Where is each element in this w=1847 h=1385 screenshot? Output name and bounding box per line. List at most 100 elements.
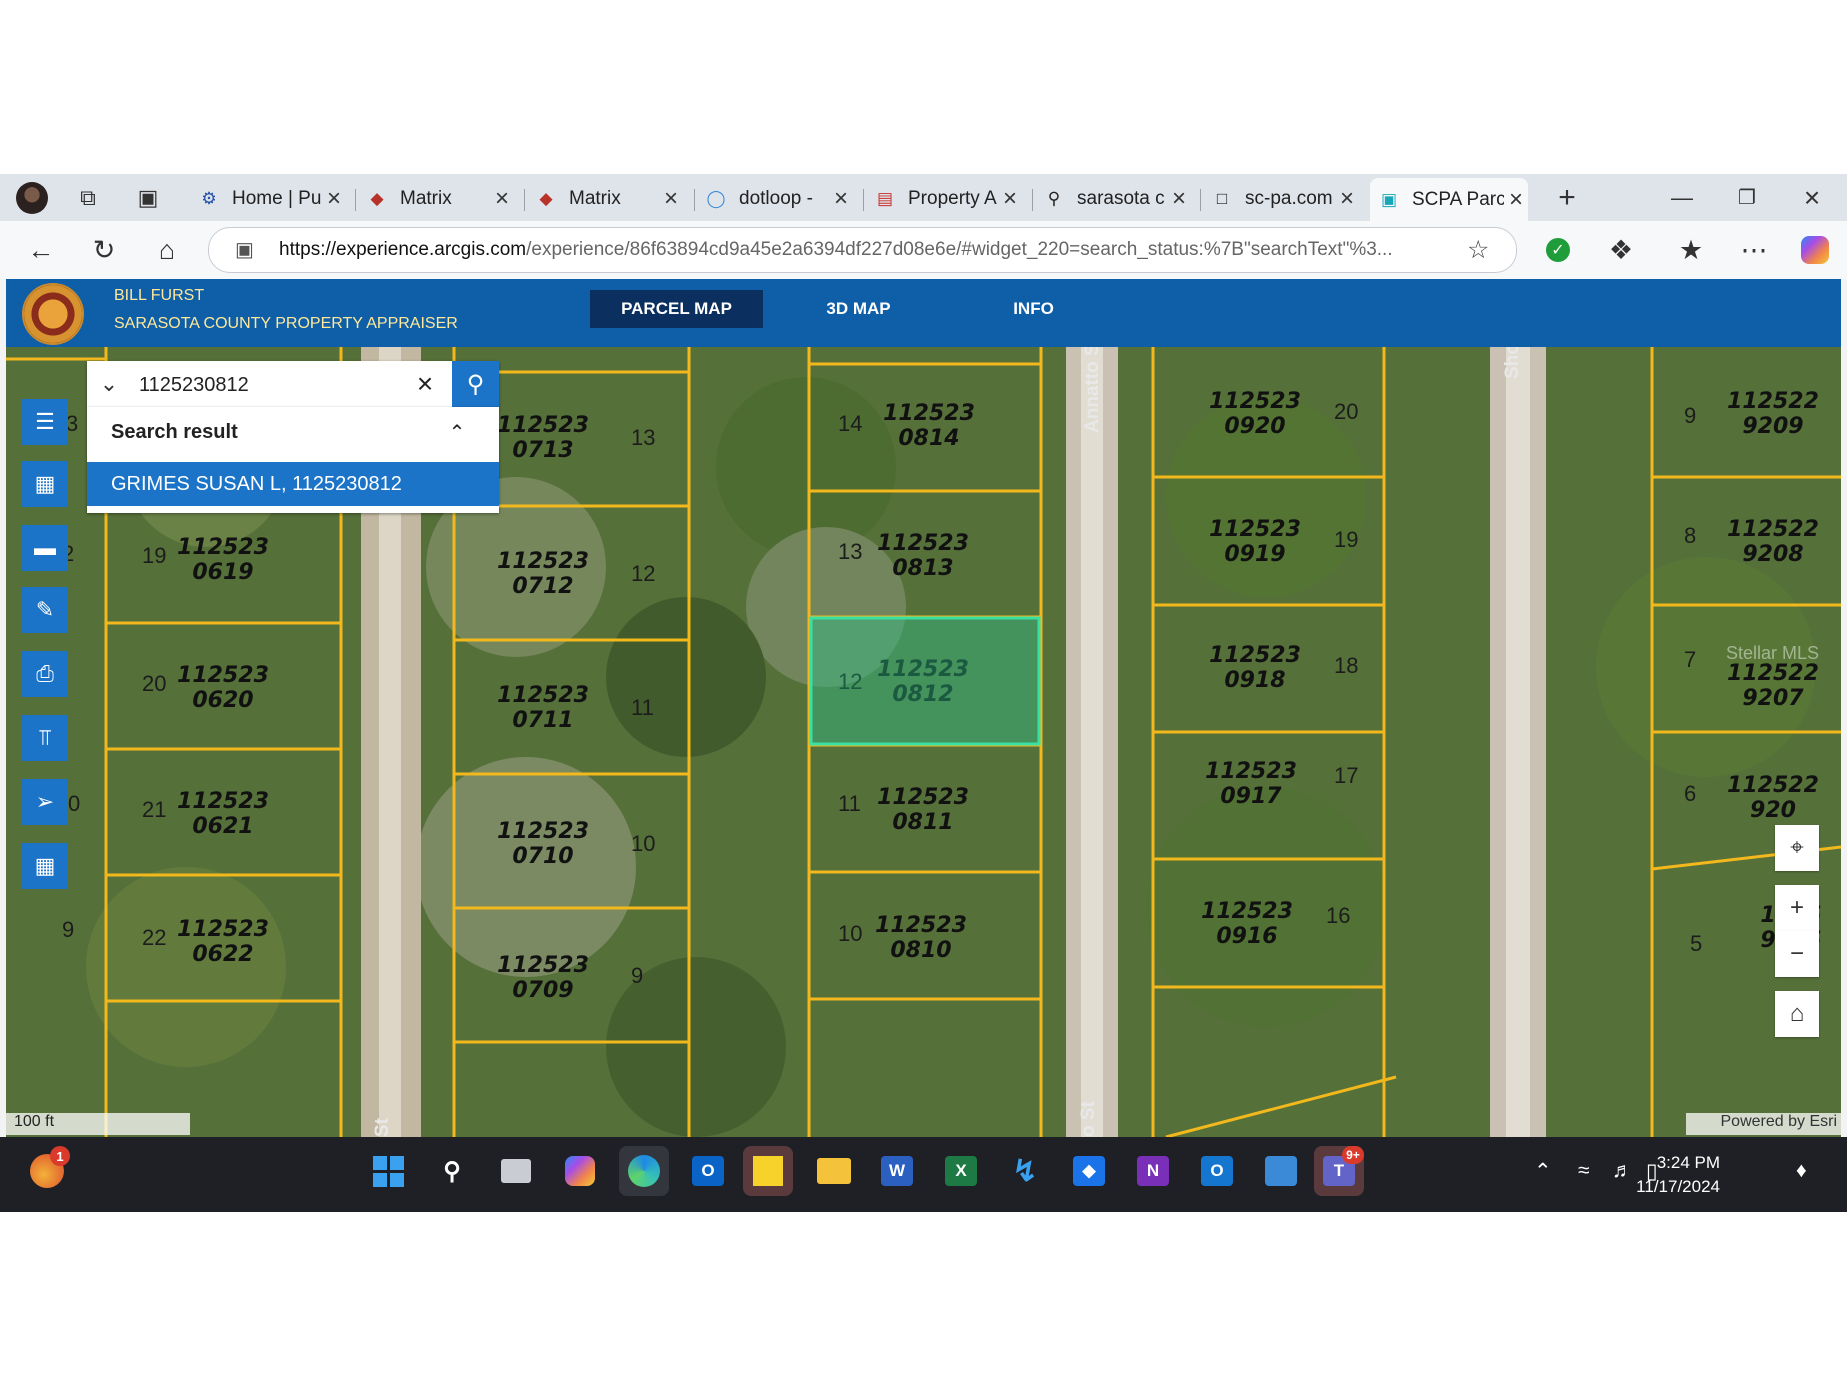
parcel-label-920[interactable]: 112522 920 [1718,773,1828,823]
close-icon[interactable]: × [1335,185,1359,213]
close-icon[interactable]: × [829,185,853,213]
close-icon[interactable]: × [998,185,1022,213]
copilot-icon[interactable] [555,1146,605,1196]
url-field[interactable]: ▣ https://experience.arcgis.com/experien… [208,227,1517,273]
nav-3d-map[interactable]: 3D MAP [781,290,936,328]
tab-sarasota-search[interactable]: ⚲ sarasota c × [1043,180,1191,218]
excel-icon[interactable]: X [936,1146,986,1196]
more-menu-icon[interactable]: ⋯ [1735,231,1773,269]
power-automate-icon[interactable]: ↯ [1000,1146,1050,1196]
home-extent-button[interactable]: ⌂ [1775,991,1819,1037]
measure-button[interactable]: ▬ [22,525,68,571]
parcel-label-9207[interactable]: 112522 9207 [1718,661,1828,711]
file-explorer-icon[interactable] [809,1146,859,1196]
print-button[interactable]: ⎙ [22,651,68,697]
parcel-label-0920[interactable]: 112523 0920 [1200,389,1310,439]
back-button[interactable]: ← [22,231,60,269]
parcel-label-0712[interactable]: 112523 0712 [488,549,598,599]
parcel-label-0621[interactable]: 112523 0621 [168,789,278,839]
clock-time[interactable]: 3:24 PM [1600,1153,1720,1173]
task-view-icon[interactable] [491,1146,541,1196]
zoom-in-button[interactable]: + [1775,885,1819,931]
parcel-label-0811[interactable]: 112523 0811 [868,785,978,835]
onenote-icon[interactable]: N [1128,1146,1178,1196]
parcel-label-0713[interactable]: 112523 0713 [488,413,598,463]
layers-button[interactable]: ☰ [22,399,68,445]
show-hidden-icons[interactable]: ⌃ [1534,1159,1552,1184]
tab-property[interactable]: ▤ Property A × [874,180,1022,218]
parcel-label-0813[interactable]: 112523 0813 [868,531,978,581]
zoom-out-button[interactable]: − [1775,931,1819,977]
copilot-icon[interactable] [1796,231,1834,269]
search-icon[interactable]: ⚲ [427,1146,477,1196]
parcel-label-0711[interactable]: 112523 0711 [488,683,598,733]
parcel-label-0620[interactable]: 112523 0620 [168,663,278,713]
tab-sc-pa[interactable]: □ sc-pa.com × [1211,180,1359,218]
close-icon[interactable]: × [322,185,346,213]
close-icon[interactable]: × [1504,186,1528,214]
tab-dotloop[interactable]: ◯ dotloop - × [705,180,853,218]
parcel-label-0622[interactable]: 112523 0622 [168,917,278,967]
search-result-item[interactable]: GRIMES SUSAN L, 1125230812 [87,462,499,506]
nav-parcel-map[interactable]: PARCEL MAP [590,290,763,328]
close-icon[interactable]: × [659,185,683,213]
parcel-label-9209[interactable]: 112522 9209 [1718,389,1828,439]
workspaces-icon[interactable]: ⧉ [66,174,110,221]
favorites-icon[interactable]: ★ [1672,231,1710,269]
select-button[interactable]: ➢ [22,779,68,825]
word-icon[interactable]: W [872,1146,922,1196]
tab-scpa-parcel[interactable]: ▣ SCPA Parc × [1370,178,1528,221]
basemap-gallery-button[interactable]: ▦ [22,461,68,507]
search-input[interactable] [137,367,401,403]
start-button[interactable] [363,1146,413,1196]
parcel-label-0919[interactable]: 112523 0919 [1200,517,1310,567]
parcel-label-0619[interactable]: 112523 0619 [168,535,278,585]
extensions-icon[interactable]: ❖ [1602,231,1640,269]
parcel-label-0709[interactable]: 112523 0709 [488,953,598,1003]
search-button[interactable]: ⚲ [452,361,499,407]
chevron-down-icon[interactable]: ⌄ [87,361,131,407]
nav-info[interactable]: INFO [956,290,1111,328]
outlook-new-icon[interactable]: O [1192,1146,1242,1196]
notification-bell-icon[interactable]: ♦ [1796,1159,1807,1183]
new-tab-button[interactable]: + [1545,174,1589,221]
restore-button[interactable]: ❐ [1725,174,1769,221]
esri-attribution[interactable]: Powered by Esri [1686,1113,1841,1135]
close-icon[interactable]: × [1167,185,1191,213]
extension-check-icon[interactable]: ✓ [1539,231,1577,269]
parcel-label-0917[interactable]: 112523 0917 [1196,759,1306,809]
tab-matrix-1[interactable]: ◆ Matrix × [366,180,514,218]
wifi-icon[interactable]: ≈ [1578,1159,1590,1183]
lock-icon[interactable]: ▣ [235,237,254,262]
refresh-button[interactable]: ↻ [85,231,123,269]
locate-button[interactable]: ⌖ [1775,825,1819,871]
home-button[interactable]: ⌂ [148,231,186,269]
dropbox-icon[interactable]: ◆ [1064,1146,1114,1196]
widgets-icon[interactable]: 1 [22,1146,72,1196]
edge-icon[interactable] [619,1146,669,1196]
parcel-label-0916[interactable]: 112523 0916 [1192,899,1302,949]
outlook-icon[interactable]: O [683,1146,733,1196]
tab-matrix-2[interactable]: ◆ Matrix × [535,180,683,218]
chevron-up-icon[interactable]: ⌃ [439,415,475,449]
close-window-button[interactable]: × [1790,174,1834,221]
parcel-label-0710[interactable]: 112523 0710 [488,819,598,869]
news-app-icon[interactable] [1256,1146,1306,1196]
favorite-star-icon[interactable]: ☆ [1467,235,1489,265]
profile-avatar[interactable] [10,174,54,221]
close-icon[interactable]: × [490,185,514,213]
clear-search-icon[interactable]: × [405,361,445,407]
parcel-label-0814[interactable]: 112523 0814 [874,401,984,451]
coordinates-button[interactable]: ⫪ [22,715,68,761]
parcel-map[interactable]: 112523 0713 13 112523 0712 12 112523 071… [6,347,1841,1137]
parcel-label-9208[interactable]: 112522 9208 [1718,517,1828,567]
teams-icon[interactable]: T 9+ [1314,1146,1364,1196]
clock-date[interactable]: 11/17/2024 [1600,1177,1720,1197]
parcel-label-0812[interactable]: 112523 0812 [868,657,978,707]
parcel-label-0918[interactable]: 112523 0918 [1200,643,1310,693]
draw-button[interactable]: ✎ [22,587,68,633]
tab-actions-icon[interactable]: ▣ [126,174,170,221]
tab-home[interactable]: ⚙ Home | Pu × [198,180,346,218]
sticky-notes-icon[interactable] [743,1146,793,1196]
parcel-label-0810[interactable]: 112523 0810 [866,913,976,963]
